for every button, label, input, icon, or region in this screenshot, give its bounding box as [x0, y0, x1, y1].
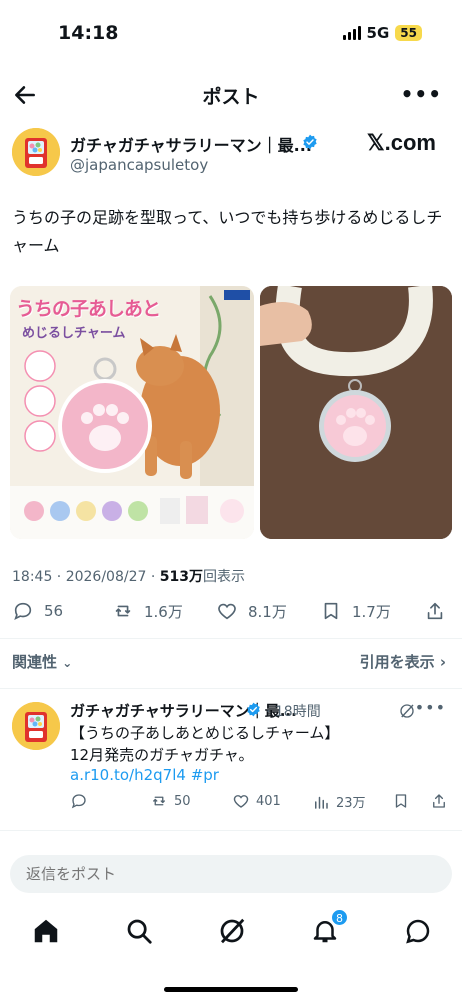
share-icon [433, 794, 445, 808]
quotes-label: 引用を表示 [359, 653, 435, 671]
notifications-tab[interactable]: 8 [310, 909, 348, 946]
repost-icon [153, 796, 165, 806]
reply-avatar[interactable] [12, 702, 60, 750]
top-nav: ポスト ••• [0, 72, 462, 120]
reply-views-button[interactable]: 23万 [312, 792, 366, 811]
verified-badge-icon [247, 702, 260, 717]
post-author: ガチャガチャサラリーマン｜最... @japancapsuletoy 𝕏.com [12, 126, 452, 182]
home-indicator [164, 987, 298, 992]
charm-photo-illustration [260, 286, 452, 539]
repost-button[interactable]: 1.6万 [112, 600, 183, 622]
post-text: うちの子の足跡を型取って、いつでも持ち歩けるめじるしチャーム [12, 208, 443, 255]
source-label: 𝕏.com [366, 130, 436, 155]
status-time: 14:18 [58, 22, 119, 44]
repost-icon [115, 605, 131, 617]
bookmark-icon [324, 602, 338, 620]
image-title-1: うちの子あしあと [16, 298, 161, 320]
signal-icon [342, 26, 361, 40]
reply-bookmark-button[interactable] [392, 792, 410, 810]
bookmark-button[interactable]: 1.7万 [320, 600, 391, 622]
chevron-down-icon: ⌄ [62, 656, 73, 670]
reply-reply-button[interactable] [70, 792, 88, 810]
reply-author-name[interactable]: ガチャガチャサラリーマン｜最... [70, 700, 297, 721]
sort-relevance-button[interactable]: 関連性 ⌄ [12, 651, 72, 672]
gacha-machine-icon [12, 702, 60, 750]
reply-icon [14, 602, 32, 620]
home-icon[interactable] [31, 916, 61, 946]
views-label: 回表示 [202, 569, 245, 585]
network-type: 5G [366, 24, 390, 42]
reply-button[interactable]: 56 [12, 600, 63, 622]
reply-like-count: 401 [256, 793, 281, 809]
reply-share-button[interactable] [430, 792, 448, 810]
reply-actions: 50 401 23万 [70, 792, 452, 814]
author-name[interactable]: ガチャガチャサラリーマン｜最... [70, 132, 312, 156]
post-meta: 18:45 · 2026/08/27 · 513万回表示 [12, 566, 245, 586]
avatar[interactable] [12, 128, 60, 176]
post-media: うちの子あしあと めじるしチャーム [10, 286, 452, 539]
divider [0, 830, 462, 831]
reply-time: · 18時間 [266, 704, 321, 720]
reply-link[interactable]: a.r10.to/h2q7l4 #pr [70, 766, 219, 784]
grok-icon[interactable] [398, 702, 416, 720]
product-image[interactable]: うちの子あしあと めじるしチャーム [10, 286, 254, 539]
more-icon[interactable]: ••• [401, 82, 442, 106]
heart-icon [218, 603, 236, 620]
bookmark-count: 1.7万 [352, 602, 391, 621]
bookmark-icon [395, 794, 407, 808]
reply-composer[interactable] [10, 855, 452, 893]
chevron-right-icon: › [439, 653, 446, 671]
like-count: 8.1万 [248, 602, 287, 621]
share-icon [427, 602, 443, 620]
grok-tab-icon[interactable] [217, 916, 247, 946]
reply-count: 56 [44, 602, 64, 620]
search-icon[interactable] [124, 916, 154, 946]
heart-icon [233, 795, 249, 808]
verified-badge-icon [303, 134, 317, 150]
messages-icon[interactable] [403, 916, 433, 946]
reply-line-2: 12月発売のガチャガチャ。 [70, 746, 254, 764]
like-button[interactable]: 8.1万 [216, 600, 287, 622]
reply-view-count: 23万 [336, 796, 366, 811]
image-title-2: めじるしチャーム [22, 326, 126, 341]
repost-count: 1.6万 [144, 602, 183, 621]
sort-label: 関連性 [12, 653, 58, 671]
status-indicators: 5G 55 [342, 24, 422, 42]
charm-photo[interactable] [260, 286, 452, 539]
reply-line-1: 【うちの子あしあとめじるしチャーム】 [70, 724, 340, 742]
reply-input[interactable] [10, 855, 452, 893]
gacha-machine-icon [12, 128, 60, 176]
reply-post[interactable]: ガチャガチャサラリーマン｜最... · 18時間 ••• 【うちの子あしあとめじ… [12, 698, 452, 828]
divider [0, 638, 462, 639]
reply-icon [71, 794, 86, 809]
status-bar: 14:18 5G 55 [0, 0, 462, 70]
divider [0, 688, 462, 689]
more-icon[interactable]: ••• [415, 698, 446, 717]
reply-repost-button[interactable]: 50 [150, 792, 191, 810]
notifications-badge: 8 [331, 909, 348, 926]
reply-repost-count: 50 [174, 793, 191, 809]
views-chart-icon [315, 796, 328, 809]
page-title: ポスト [202, 86, 260, 108]
post-timestamp: 18:45 · 2026/08/27 · [12, 569, 160, 585]
tab-bar: 8 [0, 908, 462, 956]
reply-like-button[interactable]: 401 [232, 792, 281, 810]
view-count: 513万 [159, 569, 203, 585]
share-button[interactable] [424, 600, 446, 622]
battery-icon: 55 [395, 25, 422, 41]
author-handle[interactable]: @japancapsuletoy [70, 156, 208, 174]
post-actions: 56 1.6万 8.1万 1.7万 [12, 600, 452, 630]
view-quotes-link[interactable]: 引用を表示 › [360, 651, 446, 672]
